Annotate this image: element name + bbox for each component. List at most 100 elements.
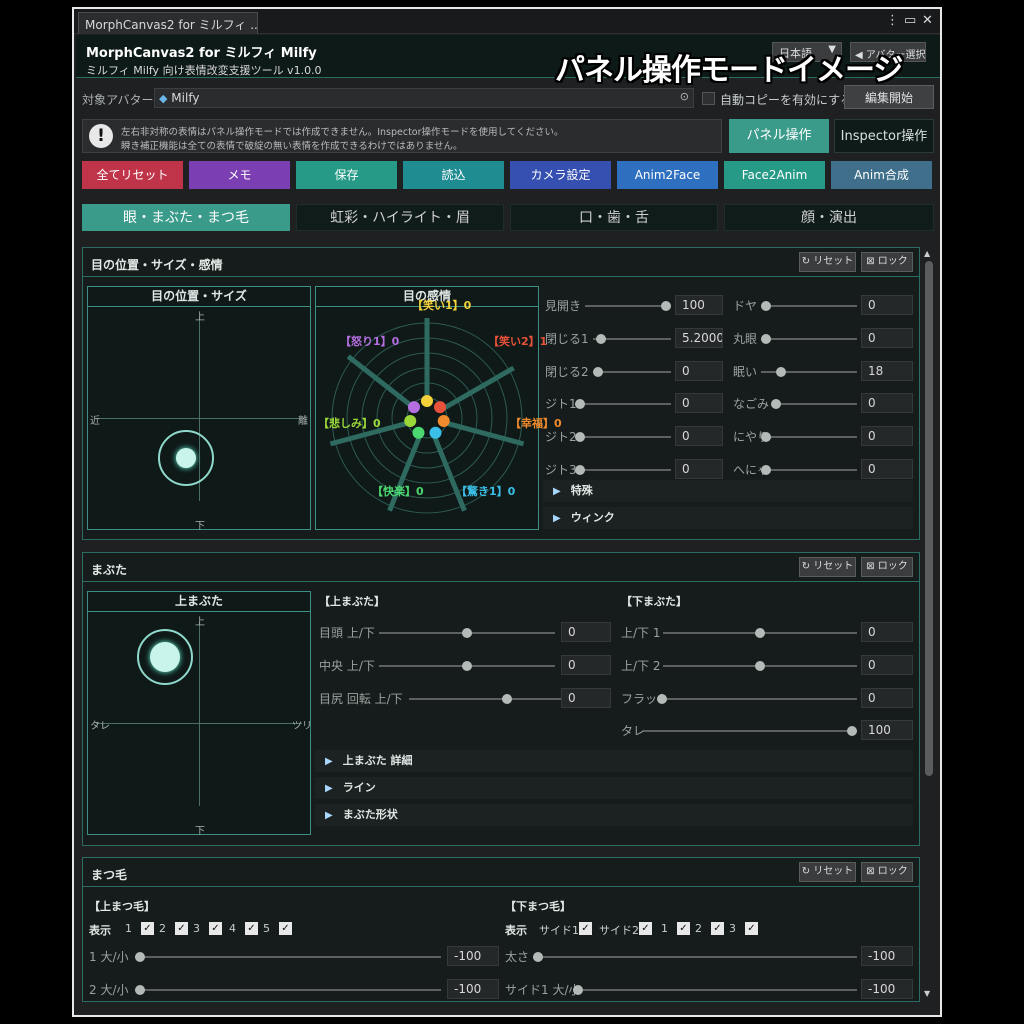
slider-value-field[interactable]: -100 [447,979,499,999]
slider-track[interactable] [135,985,441,995]
slider-value-field[interactable]: 0 [675,393,723,413]
slider-value-field[interactable]: 0 [861,295,913,315]
slider-knob[interactable] [575,432,585,442]
tab-eye[interactable]: 眼・まぶた・まつ毛 [82,204,290,231]
slider-value-field[interactable]: 100 [861,720,913,740]
upper-lash-checkbox[interactable]: ✓ [279,922,292,935]
slider-value-field[interactable]: 5.20000 [675,328,723,348]
emotion-handle[interactable] [412,426,425,439]
toolbar-button[interactable]: 読込 [403,161,504,189]
scroll-up-icon[interactable]: ▲ [924,249,930,258]
slider-value-field[interactable]: 0 [675,361,723,381]
slider-value-field[interactable]: 0 [861,393,913,413]
slider-value-field[interactable]: 0 [861,459,913,479]
eye-position-pad[interactable]: 目の位置・サイズ 上 下 近 離 [87,286,311,532]
lower-lash-checkbox[interactable]: ✓ [711,922,724,935]
tab-face[interactable]: 顔・演出 [724,204,934,231]
lower-lash-checkbox[interactable]: ✓ [677,922,690,935]
close-icon[interactable]: ✕ [922,13,933,28]
eye-emotion-pad[interactable]: 目の感情 【笑い1】0 【笑い2】1 【怒り1】0 【幸福】0 【悲しみ】0 【快楽】0 【… [315,286,562,530]
slider-value-field[interactable]: 0 [861,328,913,348]
upper-lid-pad[interactable]: 上まぶた 上 下 タレ ツリ [87,591,312,837]
slider-value-field[interactable]: 0 [861,426,913,446]
toolbar-button[interactable]: Anim2Face [617,161,718,189]
emotion-handle[interactable] [404,414,417,427]
object-picker-icon[interactable]: ⊙ [680,90,689,103]
slider-knob[interactable] [573,985,583,995]
eye-lock-button[interactable]: ⊠ ロック [861,252,913,272]
slider-knob[interactable] [661,301,671,311]
slider-knob[interactable] [761,301,771,311]
eyelash-lock-button[interactable]: ⊠ ロック [861,862,913,882]
slider-value-field[interactable]: 0 [861,622,913,642]
slider-track[interactable] [533,952,857,962]
toolbar-button[interactable]: 全てリセット [82,161,183,189]
slider-value-field[interactable]: 0 [861,655,913,675]
slider-knob[interactable] [575,399,585,409]
slider-knob[interactable] [657,694,667,704]
emotion-handle[interactable] [437,414,450,427]
upper-lash-checkbox[interactable]: ✓ [141,922,154,935]
slider-track[interactable] [657,694,857,704]
slider-track[interactable] [761,432,857,442]
slider-track[interactable] [585,301,671,311]
lower-lash-checkbox[interactable]: ✓ [579,922,592,935]
fold-wink[interactable]: ▶ ウィンク [543,507,913,529]
slider-knob[interactable] [596,334,606,344]
slider-track[interactable] [379,628,555,638]
slider-value-field[interactable]: 0 [675,459,723,479]
slider-track[interactable] [593,367,671,377]
upper-lash-checkbox[interactable]: ✓ [175,922,188,935]
slider-track[interactable] [575,399,671,409]
toolbar-button[interactable]: メモ [189,161,290,189]
slider-knob[interactable] [462,628,472,638]
slider-knob[interactable] [761,334,771,344]
toolbar-button[interactable]: 保存 [296,161,397,189]
slider-track[interactable] [663,661,857,671]
slider-knob[interactable] [771,399,781,409]
toolbar-button[interactable]: Anim合成 [831,161,932,189]
eyelid-lock-button[interactable]: ⊠ ロック [861,557,913,577]
fold-upper-lid-detail[interactable]: ▶ 上まぶた 詳細 [315,750,913,772]
slider-track[interactable] [379,661,555,671]
slider-knob[interactable] [135,952,145,962]
scroll-down-icon[interactable]: ▼ [924,989,930,998]
menu-icon[interactable]: ⋮ [886,13,899,28]
slider-knob[interactable] [755,661,765,671]
toolbar-button[interactable]: Face2Anim [724,161,825,189]
panel-mode-button[interactable]: パネル操作 [729,119,829,153]
eyelid-reset-button[interactable]: ↻ リセット [799,557,856,577]
slider-track[interactable] [761,334,857,344]
toolbar-button[interactable]: カメラ設定 [510,161,611,189]
slider-value-field[interactable]: -100 [447,946,499,966]
window-tab[interactable]: MorphCanvas2 for ミルフィ ... [78,12,258,34]
scrollbar-thumb[interactable] [925,261,933,776]
slider-track[interactable] [575,465,671,475]
upper-lash-checkbox[interactable]: ✓ [209,922,222,935]
slider-value-field[interactable]: 0 [561,622,611,642]
slider-value-field[interactable]: 100 [675,295,723,315]
target-avatar-field[interactable]: ◆ Milfy ⊙ [154,88,694,108]
tab-mouth[interactable]: 口・歯・舌 [510,204,718,231]
fold-special[interactable]: ▶ 特殊 [543,480,913,502]
slider-knob[interactable] [502,694,512,704]
slider-knob[interactable] [135,985,145,995]
slider-track[interactable] [575,432,671,442]
slider-track[interactable] [573,985,857,995]
fold-line[interactable]: ▶ ライン [315,777,913,799]
slider-knob[interactable] [462,661,472,671]
slider-value-field[interactable]: 18 [861,361,913,381]
slider-knob[interactable] [755,628,765,638]
slider-track[interactable] [593,334,671,344]
slider-value-field[interactable]: -100 [861,979,913,999]
slider-track[interactable] [135,952,441,962]
eye-position-handle[interactable] [176,448,196,468]
slider-knob[interactable] [761,432,771,442]
slider-value-field[interactable]: 0 [561,688,611,708]
emotion-handle[interactable] [429,426,442,439]
emotion-handle[interactable] [434,401,447,414]
fold-lid-shape[interactable]: ▶ まぶた形状 [315,804,913,826]
slider-knob[interactable] [575,465,585,475]
slider-track[interactable] [761,301,857,311]
slider-value-field[interactable]: 0 [675,426,723,446]
